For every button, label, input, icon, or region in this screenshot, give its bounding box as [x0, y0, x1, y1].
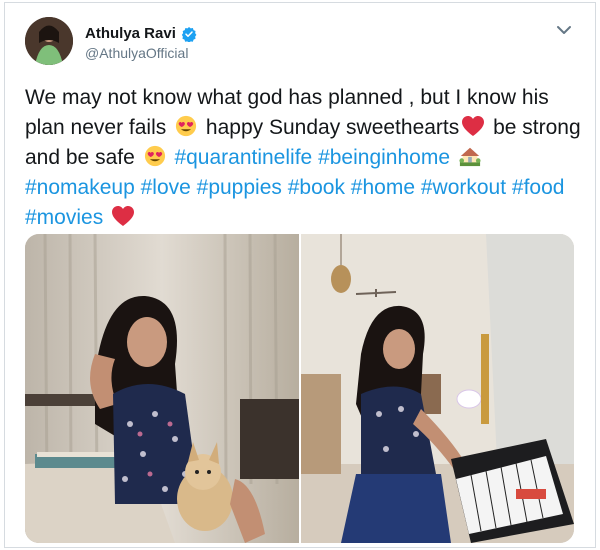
tweet-card: Athulya Ravi @AthulyaOfficial We may not… [4, 2, 596, 548]
tweet-text-segment [450, 146, 456, 169]
author-display-name[interactable]: Athulya Ravi [85, 25, 176, 42]
heart-eyes-emoji [143, 145, 167, 167]
hashtag-link[interactable]: #book [288, 176, 345, 199]
hashtag-link[interactable]: #love [141, 176, 191, 199]
photo-woman-with-puppy[interactable] [25, 234, 299, 543]
photo-woman-playing-keyboard[interactable] [301, 234, 574, 543]
chevron-down-icon[interactable] [555, 21, 573, 39]
hashtag-link[interactable]: #puppies [197, 176, 282, 199]
author-name-row: Athulya Ravi [85, 25, 197, 43]
hashtag-link[interactable]: #nomakeup [25, 176, 135, 199]
hashtag-link[interactable]: #quarantinelife [174, 146, 312, 169]
hashtag-link[interactable]: #beinginhome [318, 146, 450, 169]
tweet-text-segment: happy Sunday sweethearts [200, 116, 460, 139]
hashtag-link[interactable]: #workout [421, 176, 506, 199]
author-handle[interactable]: @AthulyaOfficial [85, 45, 188, 61]
tweet-text: We may not know what god has planned , b… [25, 83, 581, 233]
tweet-text-segment [103, 206, 109, 229]
avatar[interactable] [25, 17, 73, 65]
red-heart-emoji [111, 205, 135, 227]
hashtag-link[interactable]: #movies [25, 206, 103, 229]
red-heart-emoji [461, 115, 485, 137]
house-with-garden-emoji [458, 145, 482, 167]
heart-eyes-emoji [174, 115, 198, 137]
verified-badge-icon [181, 26, 197, 43]
hashtag-link[interactable]: #food [512, 176, 565, 199]
tweet-media [25, 234, 574, 543]
hashtag-link[interactable]: #home [351, 176, 415, 199]
